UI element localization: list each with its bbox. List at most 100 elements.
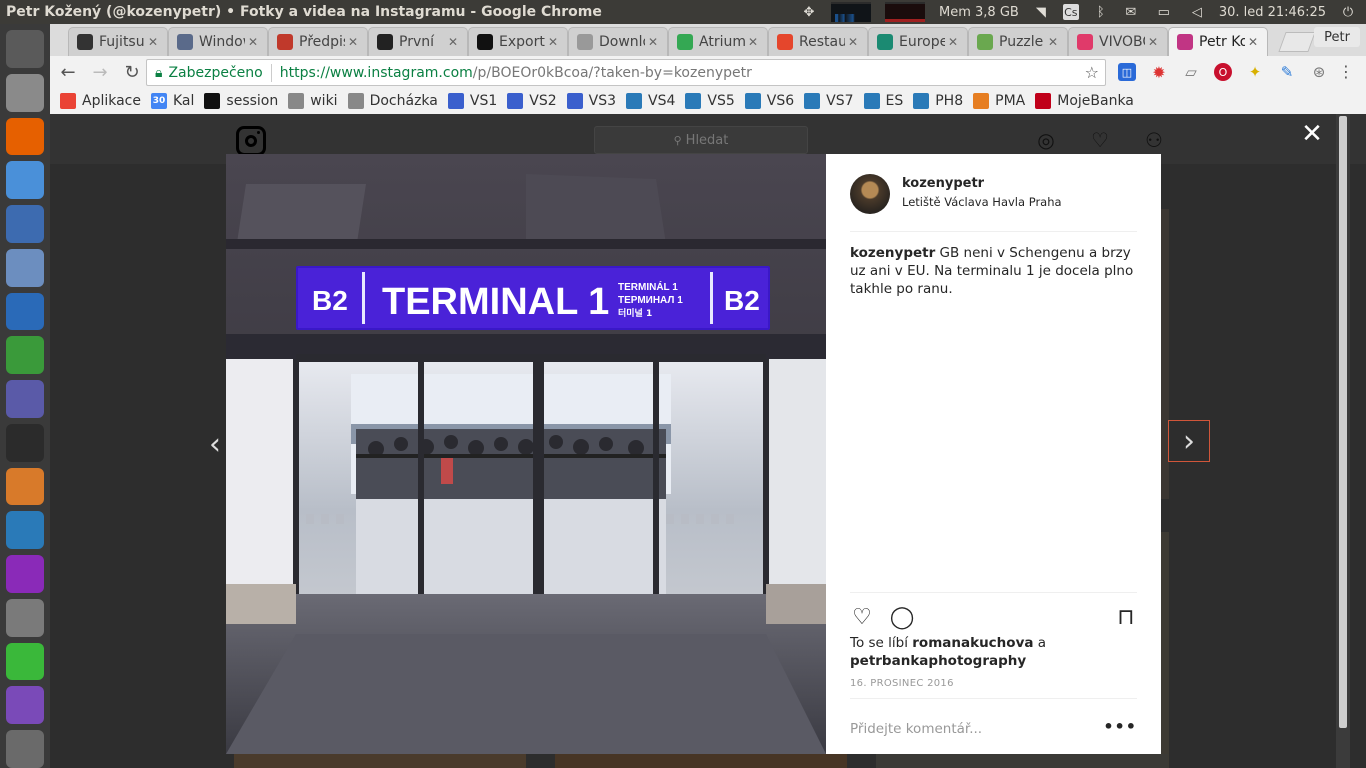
bookmark-item[interactable]: VS7 [804, 93, 854, 109]
tab-close-icon[interactable]: ✕ [1145, 35, 1161, 49]
forward-button[interactable]: → [86, 58, 114, 86]
bookmark-item[interactable]: wiki [288, 93, 338, 109]
liker-link[interactable]: petrbankaphotography [850, 653, 1026, 669]
viber-icon[interactable] [6, 686, 44, 725]
extension-blue-icon[interactable]: ◫ [1118, 63, 1136, 81]
monitor-icon[interactable] [6, 511, 44, 550]
bookmark-item[interactable]: 30 Kal [151, 93, 194, 109]
profile-icon[interactable]: ⚇ [1142, 128, 1166, 152]
battery-icon[interactable]: ▭ [1153, 4, 1175, 20]
bookmark-item[interactable]: Docházka [347, 93, 438, 109]
profile-button[interactable]: Petr [1314, 27, 1360, 47]
bookmark-item[interactable]: Aplikace [60, 93, 141, 109]
tab[interactable]: Windows✕ [168, 27, 268, 56]
chrome-icon[interactable] [6, 161, 44, 200]
dropbox-icon[interactable]: ✥ [801, 4, 817, 20]
bookmark-item[interactable]: ES [863, 93, 903, 109]
power-icon[interactable]: ⏻ [1340, 4, 1356, 20]
scrollbar-thumb[interactable] [1339, 116, 1347, 728]
calculator-icon[interactable] [6, 598, 44, 637]
extension-ticket-icon[interactable]: ▱ [1182, 63, 1200, 81]
compass-icon[interactable]: ◎ [1034, 128, 1058, 152]
comment-input[interactable]: Přidejte komentář... [850, 721, 982, 737]
tab[interactable]: Předpis✕ [268, 27, 368, 56]
tab-close-icon[interactable]: ✕ [745, 35, 761, 49]
thunderbird-icon[interactable] [6, 205, 44, 243]
bookmark-item[interactable]: VS6 [744, 93, 794, 109]
impress-icon[interactable] [6, 380, 44, 418]
tab-close-icon[interactable]: ✕ [345, 35, 361, 49]
tab[interactable]: Atrium ✕ [668, 27, 768, 56]
like-icon[interactable]: ♡ [850, 605, 874, 630]
caption-author[interactable]: kozenypetr [850, 245, 935, 261]
phpstorm-icon[interactable] [6, 555, 44, 593]
bulb-icon[interactable]: ✦ [1246, 63, 1264, 81]
bookmark-item[interactable]: PH8 [913, 93, 963, 109]
liker-link[interactable]: romanakuchova [912, 635, 1033, 651]
post-photo[interactable]: B2 TERMINAL 1 TERMINÁL 1 ТЕРМИНАЛ 1 터미널 … [226, 154, 826, 754]
virtualbox-icon[interactable] [6, 248, 44, 287]
bookmark-item[interactable]: VS3 [566, 93, 616, 109]
terminal-icon[interactable] [6, 423, 44, 462]
back-button[interactable]: ← [54, 58, 82, 86]
avatar[interactable] [850, 174, 890, 214]
tab[interactable]: Fujitsu ✕ [68, 27, 168, 56]
bookmark-star-icon[interactable]: ☆ [1085, 63, 1099, 82]
volume-icon[interactable]: ◁ [1189, 4, 1205, 20]
tab-close-icon[interactable]: ✕ [145, 35, 161, 49]
address-bar[interactable]: 🔒︎ Zabezpečeno https://www.instagram.com… [146, 59, 1106, 86]
secure-indicator[interactable]: 🔒︎ Zabezpečeno [147, 65, 263, 81]
tab-close-icon[interactable]: ✕ [1045, 35, 1061, 49]
tab[interactable]: Download✕ [568, 27, 668, 56]
mail-icon[interactable]: ✉ [1123, 4, 1139, 20]
post-date[interactable]: 16. PROSINEC 2016 [850, 678, 954, 689]
bookmark-item[interactable]: VS2 [507, 93, 557, 109]
heart-icon[interactable]: ♡ [1088, 128, 1112, 152]
tab[interactable]: První ✕ [368, 27, 468, 56]
more-options-icon[interactable]: ••• [1103, 717, 1137, 736]
tab[interactable]: Export ✕ [468, 27, 568, 56]
tab-close-icon[interactable]: ✕ [1245, 35, 1261, 49]
tab-close-icon[interactable]: ✕ [545, 35, 561, 49]
comment-icon[interactable]: ◯ [890, 605, 915, 630]
bookmark-item[interactable]: VS5 [685, 93, 735, 109]
tab[interactable]: Europe ✕ [868, 27, 968, 56]
tab-close-icon[interactable]: ✕ [645, 35, 661, 49]
bluetooth-icon[interactable]: ᛒ [1093, 4, 1109, 20]
sync-icon[interactable]: ⊛ [1310, 63, 1328, 81]
chat-icon[interactable] [6, 642, 44, 681]
bookmark-icon[interactable]: ⊓ [1114, 605, 1138, 630]
close-icon[interactable]: ✕ [1300, 119, 1324, 149]
bookmark-item[interactable]: VS4 [626, 93, 675, 109]
bookmark-item[interactable]: VS1 [447, 93, 497, 109]
tab[interactable]: Puzzle ✕ [968, 27, 1068, 56]
memory-indicator[interactable]: Mem 3,8 GB [939, 5, 1019, 20]
tab-close-icon[interactable]: ✕ [445, 35, 461, 49]
tab[interactable]: Restaurace✕ [768, 27, 868, 56]
calc-icon[interactable] [6, 336, 44, 375]
pen-icon[interactable]: ✎ [1278, 63, 1296, 81]
firefox-icon[interactable] [6, 117, 44, 156]
location-link[interactable]: Letiště Václava Havla Praha [902, 195, 1062, 209]
bookmark-item[interactable]: session [204, 93, 278, 109]
chrome-menu-icon[interactable]: ⋮ [1338, 62, 1354, 81]
files-icon[interactable] [6, 73, 44, 112]
page-scrollbar[interactable] [1336, 114, 1350, 768]
wifi-icon[interactable]: ◥ [1033, 4, 1049, 20]
keyboard-layout[interactable]: Cs [1062, 4, 1079, 20]
search-input[interactable]: ⚲ Hledat [594, 126, 808, 154]
author-link[interactable]: kozenypetr [902, 176, 984, 191]
tab-close-icon[interactable]: ✕ [945, 35, 961, 49]
opera-icon[interactable]: O [1214, 63, 1232, 81]
tab-close-icon[interactable]: ✕ [845, 35, 861, 49]
ubuntu-dash-icon[interactable] [6, 30, 44, 68]
tab[interactable]: VIVOBOOK✕ [1068, 27, 1168, 56]
writer-icon[interactable] [6, 292, 44, 331]
bookmark-item[interactable]: PMA [973, 93, 1025, 109]
instagram-logo[interactable] [236, 126, 266, 156]
next-post-icon[interactable]: › [1168, 420, 1210, 462]
bookmark-item[interactable]: MojeBanka [1035, 93, 1134, 109]
scanner-icon[interactable] [6, 730, 44, 768]
tab-close-icon[interactable]: ✕ [245, 35, 261, 49]
reload-button[interactable]: ↻ [118, 58, 146, 86]
